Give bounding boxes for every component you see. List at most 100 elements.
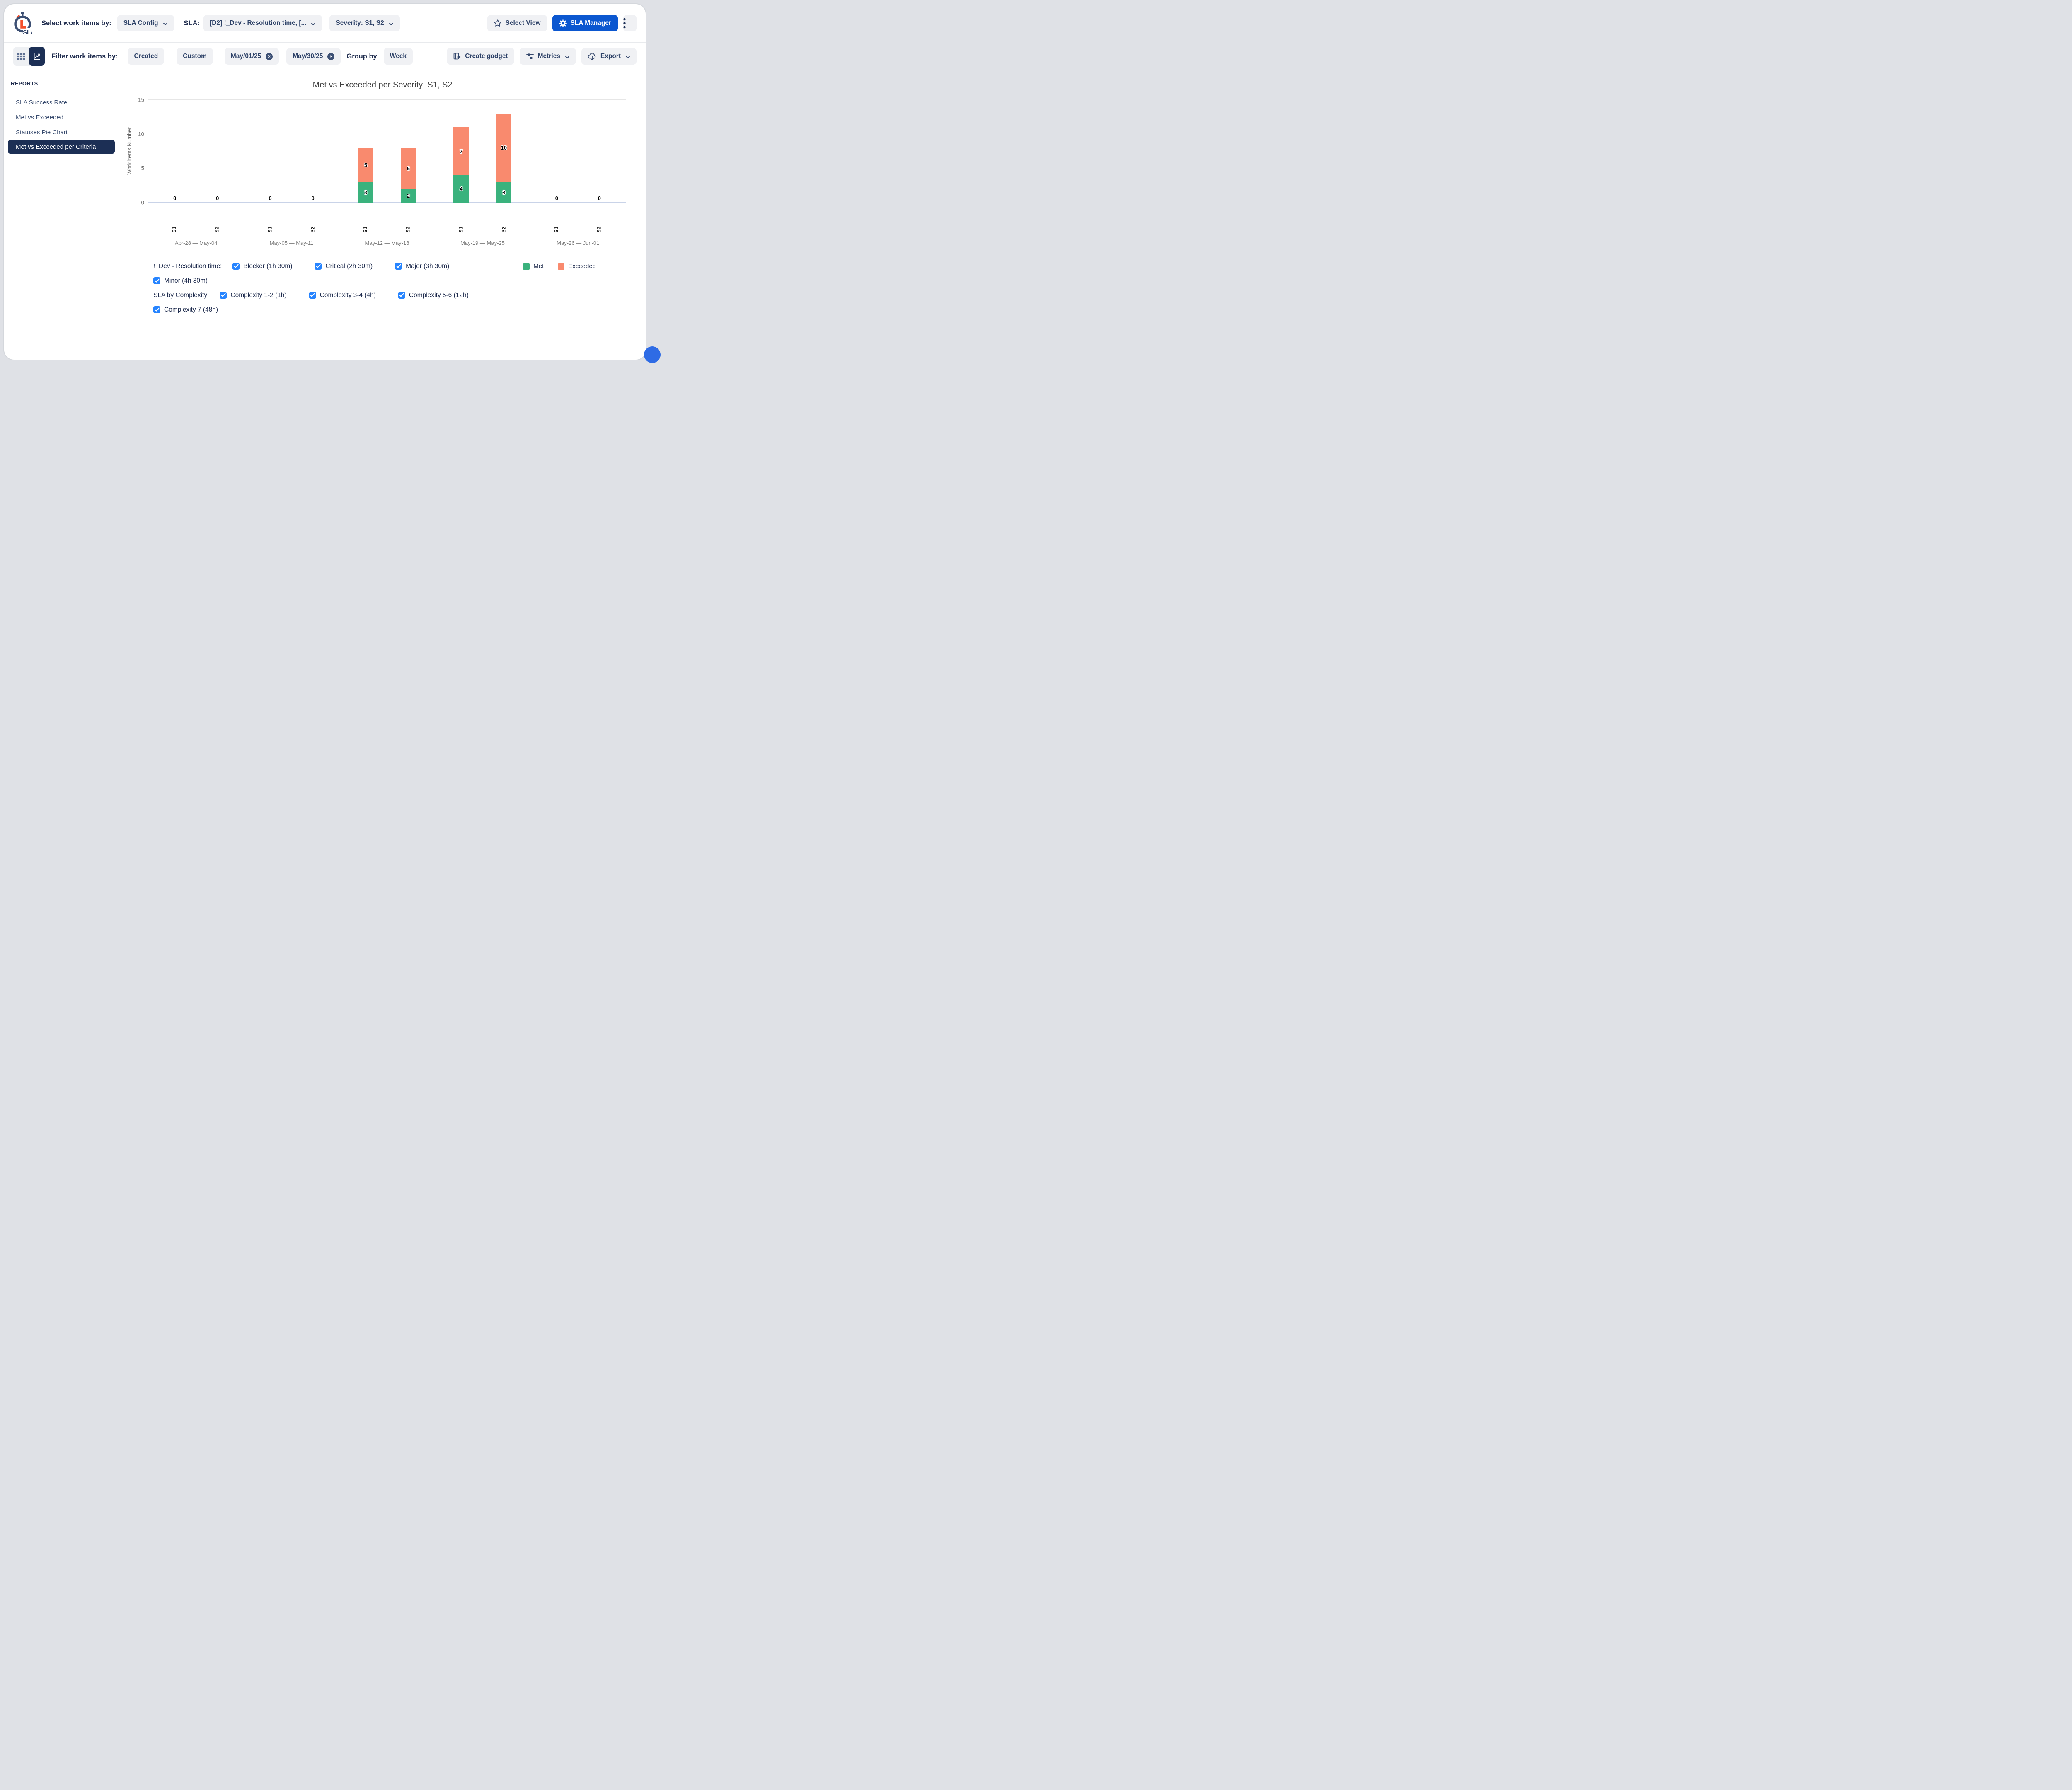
x-tick-severity: S2	[401, 223, 416, 236]
criteria-checkbox-label: Complexity 3-4 (4h)	[320, 292, 376, 299]
chevron-down-icon	[163, 20, 168, 28]
criteria-checkbox[interactable]: Complexity 7 (48h)	[153, 306, 218, 314]
bar-segment-value: 3	[502, 189, 505, 196]
sidebar-item[interactable]: Met vs Exceeded	[4, 110, 119, 125]
sla-config-dropdown[interactable]: SLA Config	[117, 15, 174, 31]
sidebar-item[interactable]: Statuses Pie Chart	[4, 125, 119, 140]
checkbox-checked-icon	[220, 292, 227, 299]
x-tick-severity-label: S2	[406, 227, 411, 233]
x-tick-group: S1S2	[530, 223, 626, 236]
stopwatch-logo-icon: SLA	[13, 12, 32, 35]
date-to-chip[interactable]: May/30/25 ×	[286, 48, 341, 65]
checkbox-checked-icon	[309, 292, 316, 299]
date-to-value: May/30/25	[293, 53, 323, 60]
kebab-menu-icon	[623, 18, 626, 29]
export-dropdown[interactable]: Export	[581, 48, 637, 65]
filter-row: Minor (4h 30m)	[153, 276, 596, 286]
xaxis-week-labels: Apr-28 — May-04May-05 — May-11May-12 — M…	[148, 240, 626, 246]
bar-segment-met[interactable]: 4	[453, 175, 469, 203]
custom-label: Custom	[183, 53, 207, 60]
y-axis-tick: 10	[138, 131, 144, 137]
criteria-checkbox[interactable]: Complexity 1-2 (1h)	[220, 292, 286, 299]
y-axis-tick: 5	[141, 165, 144, 172]
app-window: SLA Select work items by: SLA Config SLA…	[3, 3, 646, 360]
more-options-button[interactable]	[623, 15, 637, 31]
xaxis-bar-labels: S1S2S1S2S1S2S1S2S1S2	[148, 223, 626, 236]
x-tick-week-range: May-19 — May-25	[435, 240, 530, 246]
bar-value-zero: 0	[269, 195, 271, 201]
criteria-checkbox-label: Minor (4h 30m)	[164, 277, 208, 285]
criteria-checkbox[interactable]: Complexity 5-6 (12h)	[398, 292, 469, 299]
chat-widget-button[interactable]	[644, 346, 661, 363]
metrics-dropdown[interactable]: Metrics	[520, 48, 576, 65]
bar-s2: 0	[592, 195, 607, 203]
x-tick-severity-label: S2	[501, 227, 506, 233]
group-by-dropdown[interactable]: Week	[384, 48, 413, 65]
chart-view-button[interactable]	[29, 47, 45, 66]
bar-segment-exceeded[interactable]: 10	[496, 114, 511, 182]
bar-s2: 62	[401, 148, 416, 203]
sidebar-item[interactable]: SLA Success Rate	[4, 95, 119, 110]
cloud-download-icon	[588, 52, 597, 61]
export-label: Export	[600, 53, 621, 60]
legend-exceeded-swatch	[558, 263, 564, 270]
sla-dropdown-value: [D2] !_Dev - Resolution time, [...	[210, 19, 306, 27]
sliders-icon	[526, 52, 534, 60]
bar-value-zero: 0	[555, 195, 558, 201]
x-tick-week-range: May-05 — May-11	[244, 240, 339, 246]
date-from-chip[interactable]: May/01/25 ×	[225, 48, 279, 65]
star-icon	[494, 19, 502, 27]
custom-filter-button[interactable]: Custom	[177, 48, 213, 65]
criteria-checkbox[interactable]: Critical (2h 30m)	[315, 263, 373, 270]
bar-group: 00	[244, 100, 339, 203]
bar-s1: 0	[549, 195, 564, 203]
bar-s1: 0	[263, 195, 278, 203]
checkbox-checked-icon	[232, 263, 240, 270]
filter-work-items-label: Filter work items by:	[51, 53, 118, 60]
bar-s1: 74	[453, 127, 469, 203]
criteria-checkbox[interactable]: Minor (4h 30m)	[153, 277, 208, 285]
sla-manager-button[interactable]: SLA Manager	[552, 15, 618, 31]
checkbox-checked-icon	[395, 263, 402, 270]
bar-segment-exceeded[interactable]: 7	[453, 127, 469, 175]
sla-dropdown[interactable]: [D2] !_Dev - Resolution time, [...	[203, 15, 322, 31]
x-tick-severity: S1	[453, 223, 469, 236]
date-from-value: May/01/25	[231, 53, 261, 60]
bar-segment-value: 5	[364, 162, 367, 168]
table-view-button[interactable]	[13, 47, 29, 66]
bar-s2: 0	[210, 195, 225, 203]
severity-dropdown[interactable]: Severity: S1, S2	[329, 15, 399, 31]
bar-segment-value: 7	[460, 148, 462, 155]
clear-date-icon[interactable]: ×	[327, 53, 334, 60]
y-axis-title: Work items Number	[126, 110, 133, 193]
table-icon	[17, 52, 26, 60]
criteria-checkbox[interactable]: Major (3h 30m)	[395, 263, 449, 270]
x-tick-week-range: May-26 — Jun-01	[530, 240, 626, 246]
criteria-checkbox-label: Complexity 5-6 (12h)	[409, 292, 469, 299]
clear-date-icon[interactable]: ×	[266, 53, 273, 60]
checkbox-checked-icon	[398, 292, 405, 299]
select-view-label: Select View	[506, 19, 541, 27]
filter-row: !_Dev - Resolution time:Blocker (1h 30m)…	[153, 261, 596, 271]
bar-segment-exceeded[interactable]: 5	[358, 148, 373, 182]
x-tick-severity: S2	[210, 223, 225, 236]
filter-row: SLA by Complexity:Complexity 1-2 (1h)Com…	[153, 290, 596, 300]
x-tick-severity-label: S2	[310, 227, 315, 233]
criteria-checkbox-label: Major (3h 30m)	[406, 263, 449, 270]
bar-segment-met[interactable]: 3	[358, 182, 373, 203]
criteria-checkbox[interactable]: Blocker (1h 30m)	[232, 263, 292, 270]
bar-value-zero: 0	[311, 195, 314, 201]
bar-segment-met[interactable]: 2	[401, 189, 416, 203]
select-view-button[interactable]: Select View	[487, 15, 547, 31]
x-tick-severity: S1	[549, 223, 564, 236]
bar-group: 5362	[339, 100, 435, 203]
bar-s1: 53	[358, 148, 373, 203]
create-gadget-button[interactable]: Create gadget	[447, 48, 514, 65]
metrics-label: Metrics	[538, 53, 560, 60]
created-filter-button[interactable]: Created	[128, 48, 164, 65]
criteria-checkbox[interactable]: Complexity 3-4 (4h)	[309, 292, 376, 299]
bar-segment-met[interactable]: 3	[496, 182, 511, 203]
sidebar-item[interactable]: Met vs Exceeded per Criteria	[8, 140, 115, 154]
bar-s1: 0	[167, 195, 182, 203]
bar-segment-exceeded[interactable]: 6	[401, 148, 416, 189]
